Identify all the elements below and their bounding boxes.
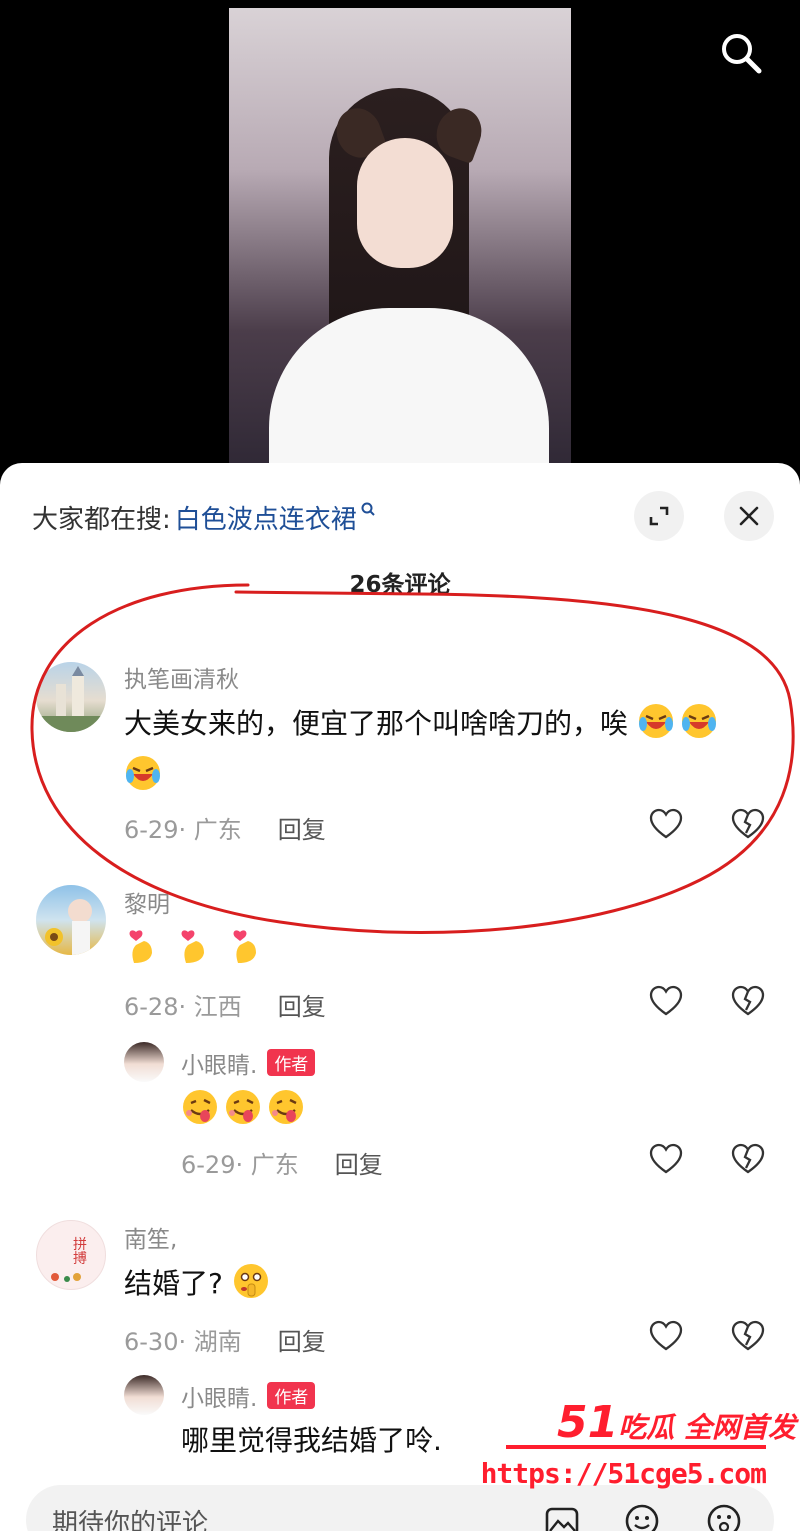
search-icon bbox=[361, 502, 375, 516]
tongue-wink-emoji bbox=[226, 1090, 260, 1124]
comment-input-placeholder: 期待你的评论 bbox=[52, 1509, 209, 1531]
emoji-icon[interactable] bbox=[622, 1501, 662, 1531]
comment-count: 26条评论 bbox=[349, 572, 451, 598]
comment-date-location: 6-29· 广东 bbox=[124, 816, 242, 844]
watermark-brand: 51吃瓜 全网首发 bbox=[557, 1397, 796, 1448]
video-player[interactable] bbox=[0, 0, 800, 470]
heart-icon[interactable] bbox=[649, 1320, 683, 1354]
finger-heart-emoji bbox=[129, 930, 152, 963]
watermark-brand-num: 51 bbox=[557, 1397, 619, 1448]
laughing-crying-emoji bbox=[681, 704, 716, 738]
comment-body: 结婚了? bbox=[124, 1267, 223, 1300]
expand-icon bbox=[649, 506, 669, 526]
comment-text: 大美女来的，便宜了那个叫啥啥刀的，唉 bbox=[124, 698, 774, 802]
comment-sheet: 大家都在搜: 白色波点连衣裙 26条评论 执笔画清秋 大美女来的，便宜了那个叫啥… bbox=[0, 463, 800, 1531]
broken-heart-icon[interactable] bbox=[731, 1143, 765, 1177]
comment-username[interactable]: 黎明 bbox=[124, 885, 170, 919]
reply-button[interactable]: 回复 bbox=[335, 1151, 383, 1179]
author-badge: 作者 bbox=[267, 1382, 316, 1409]
reply-meta: 6-29· 广东 回复 bbox=[181, 1145, 383, 1180]
finger-heart-emoji bbox=[181, 930, 204, 963]
reply-button[interactable]: 回复 bbox=[278, 1328, 326, 1356]
laughing-crying-emoji bbox=[638, 704, 673, 738]
broken-heart-icon[interactable] bbox=[731, 985, 765, 1019]
watermark-url: https://51cge5.com bbox=[480, 1457, 767, 1490]
reply-date-location: 6-29· 广东 bbox=[181, 1151, 299, 1179]
trending-search-term[interactable]: 白色波点连衣裙 bbox=[175, 499, 357, 536]
video-thumbnail bbox=[229, 8, 571, 470]
comment-text: 结婚了? bbox=[124, 1258, 774, 1310]
broken-heart-icon[interactable] bbox=[731, 808, 765, 842]
reply-button[interactable]: 回复 bbox=[278, 816, 326, 844]
search-icon[interactable] bbox=[716, 28, 766, 78]
comment-body: 大美女来的，便宜了那个叫啥啥刀的，唉 bbox=[124, 707, 629, 740]
watermark-brand-text: 吃瓜 全网首发 bbox=[618, 1411, 796, 1444]
comment-username[interactable]: 南笙, bbox=[124, 1220, 177, 1254]
comment-meta: 6-30· 湖南 回复 bbox=[124, 1322, 326, 1357]
reply-username-row: 小眼睛. 作者 bbox=[181, 1379, 316, 1413]
reply-username[interactable]: 小眼睛. bbox=[181, 1053, 257, 1079]
avatar[interactable]: 拼搏 bbox=[36, 1220, 106, 1290]
heart-icon[interactable] bbox=[649, 985, 683, 1019]
watermark: 51吃瓜 全网首发 https://51cge5.com bbox=[481, 1395, 800, 1505]
heart-icon[interactable] bbox=[649, 808, 683, 842]
broken-heart-icon[interactable] bbox=[731, 1320, 765, 1354]
avatar[interactable] bbox=[36, 662, 106, 732]
comment-username[interactable]: 执笔画清秋 bbox=[124, 660, 239, 694]
comment-date-location: 6-30· 湖南 bbox=[124, 1328, 242, 1356]
svg-text:搏: 搏 bbox=[73, 1250, 87, 1267]
tongue-wink-emoji bbox=[183, 1090, 217, 1124]
comment-date-location: 6-28· 江西 bbox=[124, 993, 242, 1021]
tongue-wink-emoji bbox=[269, 1090, 303, 1124]
image-icon[interactable] bbox=[542, 1501, 582, 1531]
avatar[interactable] bbox=[36, 885, 106, 955]
close-button[interactable] bbox=[724, 491, 774, 541]
reply-button[interactable]: 回复 bbox=[278, 993, 326, 1021]
heart-icon[interactable] bbox=[649, 1143, 683, 1177]
close-icon bbox=[739, 506, 759, 526]
reply-username-row: 小眼睛. 作者 bbox=[181, 1046, 316, 1080]
comment-meta: 6-29· 广东 回复 bbox=[124, 810, 326, 845]
comment-meta: 6-28· 江西 回复 bbox=[124, 987, 326, 1022]
shushing-face-emoji bbox=[233, 1264, 268, 1298]
avatar[interactable] bbox=[124, 1042, 164, 1082]
comment-text bbox=[124, 923, 774, 975]
finger-heart-emoji bbox=[233, 930, 256, 963]
reply-text bbox=[181, 1084, 741, 1136]
avatar[interactable] bbox=[124, 1375, 164, 1415]
trending-search-label: 大家都在搜: bbox=[32, 504, 171, 535]
reply-username[interactable]: 小眼睛. bbox=[181, 1386, 257, 1412]
sticker-icon[interactable] bbox=[704, 1501, 744, 1531]
expand-button[interactable] bbox=[634, 491, 684, 541]
laughing-crying-emoji bbox=[126, 756, 160, 790]
author-badge: 作者 bbox=[267, 1049, 316, 1076]
trending-search[interactable]: 大家都在搜: 白色波点连衣裙 bbox=[32, 497, 376, 537]
